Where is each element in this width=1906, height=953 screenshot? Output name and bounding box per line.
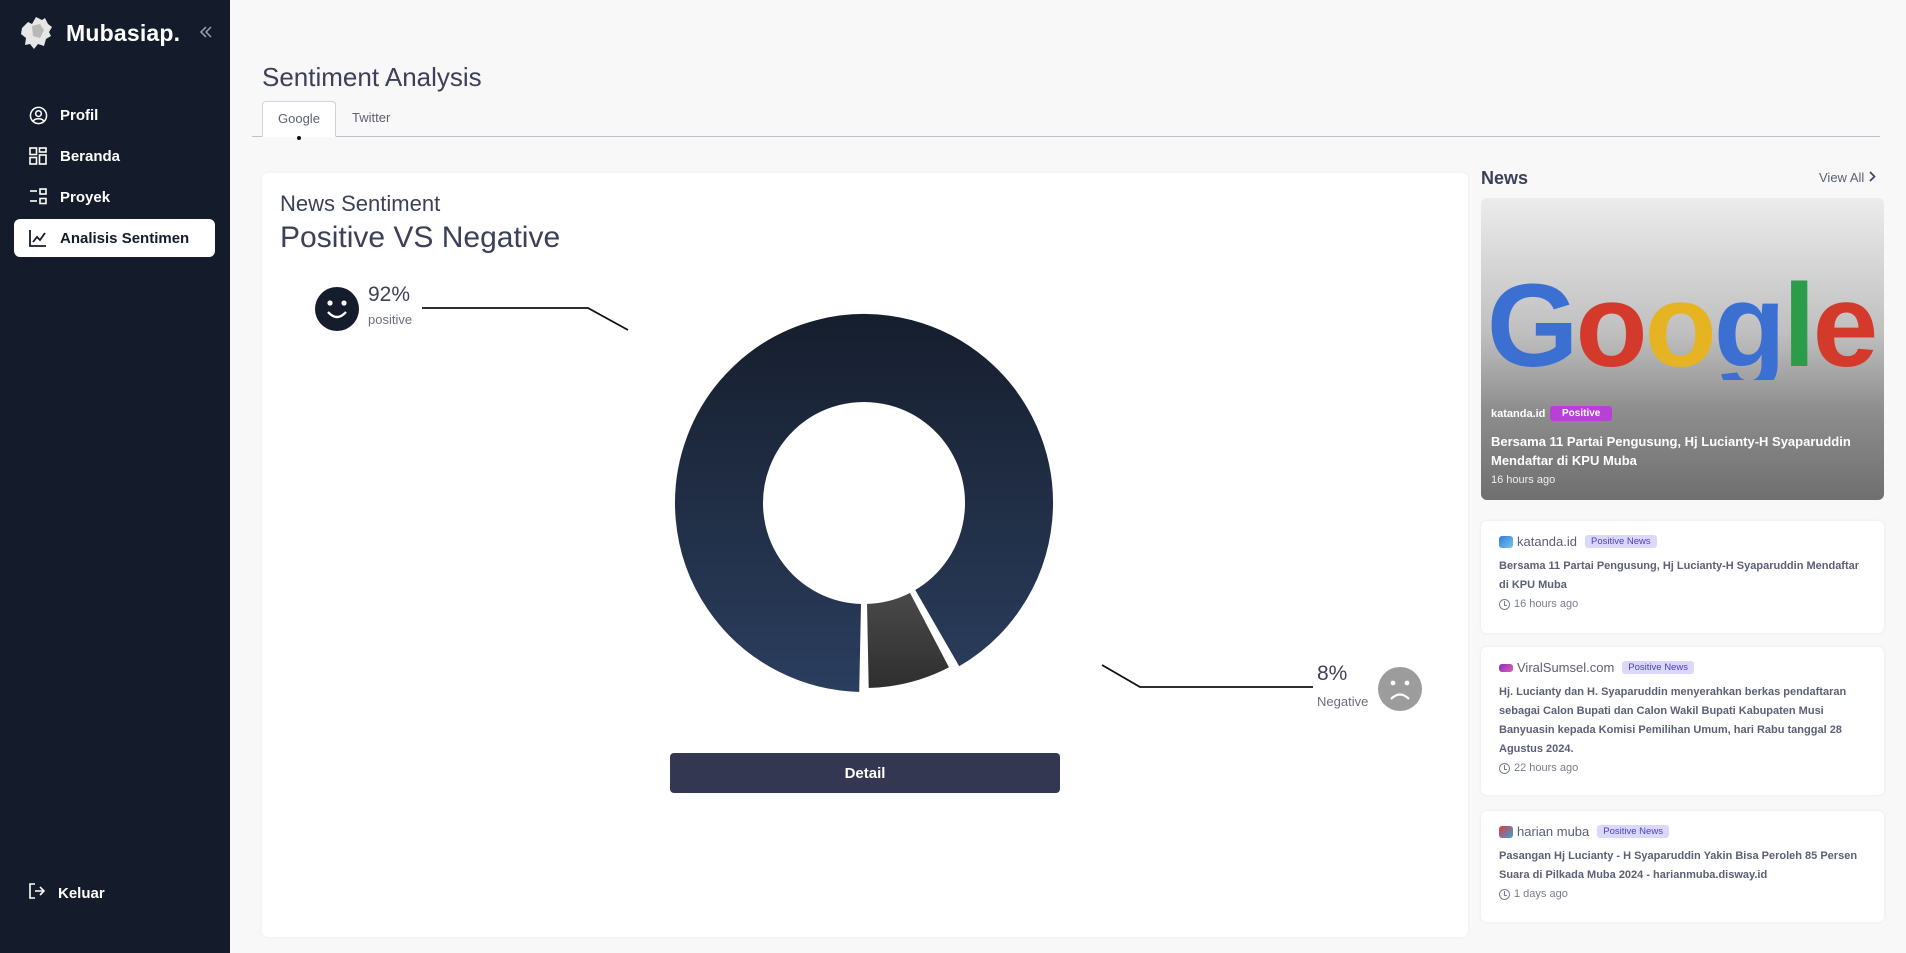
sidebar: Mubasiap. Profil Beranda Proyek Analisis… <box>0 0 230 953</box>
card-title: Positive VS Negative <box>280 221 561 254</box>
featured-news-title: Bersama 11 Partai Pengusung, Hj Lucianty… <box>1491 434 1851 468</box>
news-source: katanda.id Positive News <box>1499 534 1657 549</box>
google-logo-image: Google <box>1487 280 1879 380</box>
card-subtitle: News Sentiment <box>280 191 441 216</box>
svg-text:Google: Google <box>1487 280 1876 380</box>
logout-icon <box>28 882 46 905</box>
clock-icon <box>1499 762 1510 774</box>
news-time-text: 1 days ago <box>1514 888 1568 900</box>
news-item[interactable]: katanda.id Positive News Bersama 11 Part… <box>1481 521 1884 633</box>
smile-icon <box>315 287 359 331</box>
tasks-icon <box>28 187 48 207</box>
logout-label: Keluar <box>58 885 105 902</box>
donut-slice-positive[interactable] <box>673 312 1055 694</box>
positive-leader-line <box>422 307 629 331</box>
news-badge: Positive News <box>1597 825 1669 838</box>
news-time-text: 22 hours ago <box>1514 762 1579 774</box>
sidebar-item-profil[interactable]: Profil <box>14 96 215 134</box>
logout-button[interactable]: Keluar <box>28 882 105 905</box>
sidebar-item-label: Profil <box>60 106 99 124</box>
chart-line-icon <box>28 228 48 248</box>
negative-percentage: 8% <box>1317 662 1348 685</box>
news-source: ViralSumsel.com Positive News <box>1499 660 1694 675</box>
sidebar-item-proyek[interactable]: Proyek <box>14 178 215 216</box>
news-source-name: ViralSumsel.com <box>1517 660 1615 675</box>
featured-news-badge: Positive <box>1550 406 1613 421</box>
news-badge: Positive News <box>1585 535 1657 548</box>
news-source-name: katanda.id <box>1517 534 1577 549</box>
news-time-text: 16 hours ago <box>1514 598 1579 610</box>
positive-callout <box>315 287 629 331</box>
negative-leader-line <box>1101 664 1313 688</box>
negative-label: Negative <box>1317 694 1369 709</box>
news-item[interactable]: ViralSumsel.com Positive News Hj. Lucian… <box>1481 647 1884 795</box>
sidebar-item-label: Proyek <box>60 188 111 206</box>
sentiment-donut-chart <box>315 287 1422 711</box>
clock-icon <box>1499 598 1510 610</box>
news-heading: News <box>1481 168 1529 188</box>
sidebar-nav: Profil Beranda Proyek Analisis Sentimen <box>14 96 215 260</box>
news-text: Pasangan Hj Lucianty - H Syaparuddin Yak… <box>1499 850 1858 881</box>
brand[interactable]: Mubasiap. <box>18 14 180 52</box>
cursor-dot <box>297 136 301 140</box>
harian-muba-logo-icon <box>1499 825 1513 838</box>
featured-news-card[interactable]: Google katanda.id Positive Bersama 11 Pa… <box>1481 198 1884 500</box>
sentiment-card: News Sentiment Positive VS Negative 92% … <box>262 173 1468 937</box>
collapse-sidebar-icon[interactable] <box>198 24 218 44</box>
news-time: 16 hours ago <box>1499 598 1578 610</box>
tab-google[interactable]: Google <box>262 101 336 137</box>
user-circle-icon <box>28 105 48 125</box>
news-text: Bersama 11 Partai Pengusung, Hj Lucianty… <box>1499 560 1860 591</box>
grid-icon <box>28 146 48 166</box>
donut-group <box>673 312 1055 694</box>
featured-news-time: 16 hours ago <box>1491 474 1556 486</box>
brand-logo-icon <box>21 17 52 49</box>
news-time: 1 days ago <box>1499 888 1568 900</box>
tab-twitter[interactable]: Twitter <box>337 101 405 137</box>
news-badge: Positive News <box>1622 661 1694 674</box>
viralsumsel-logo-icon <box>1499 663 1513 672</box>
page-title: Sentiment Analysis <box>262 62 482 92</box>
sad-icon <box>1378 667 1422 711</box>
negative-callout <box>1101 664 1422 711</box>
chevron-right-icon <box>1868 170 1876 185</box>
view-all-label: View All <box>1819 170 1865 185</box>
katanda-logo-icon <box>1499 535 1513 548</box>
featured-news-source: katanda.id <box>1491 408 1546 420</box>
sidebar-item-beranda[interactable]: Beranda <box>14 137 215 175</box>
news-item[interactable]: harian muba Positive News Pasangan Hj Lu… <box>1481 811 1884 922</box>
clock-icon <box>1499 888 1510 900</box>
news-source: harian muba Positive News <box>1499 824 1669 839</box>
news-text: Hj. Lucianty dan H. Syaparuddin menyerah… <box>1499 686 1847 755</box>
news-time: 22 hours ago <box>1499 762 1578 774</box>
sidebar-item-label: Analisis Sentimen <box>60 229 190 247</box>
detail-button[interactable]: Detail <box>670 753 1060 793</box>
news-source-name: harian muba <box>1517 824 1590 839</box>
positive-percentage: 92% <box>368 283 411 306</box>
sidebar-item-label: Beranda <box>60 147 121 165</box>
view-all-link[interactable]: View All <box>1819 170 1876 185</box>
sidebar-item-analisis-sentimen[interactable]: Analisis Sentimen <box>14 219 215 257</box>
brand-name: Mubasiap. <box>66 19 181 46</box>
positive-label: positive <box>368 312 413 327</box>
tab-bar: Google Twitter <box>252 100 1880 137</box>
